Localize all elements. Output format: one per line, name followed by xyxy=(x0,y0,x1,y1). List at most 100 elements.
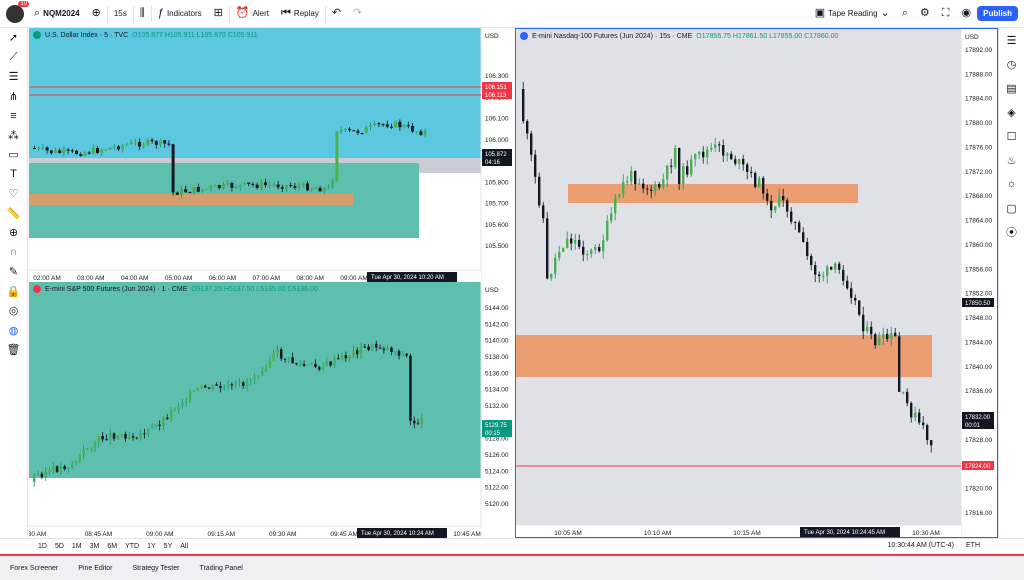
candle-body xyxy=(302,363,306,366)
flame-icon[interactable]: ♨ xyxy=(999,148,1024,172)
candle-body xyxy=(906,391,909,404)
session-toggle[interactable]: ETH xyxy=(966,542,980,549)
compare-button[interactable]: ⊕ xyxy=(86,0,107,28)
range-5d[interactable]: 5D xyxy=(51,543,68,550)
candle-body xyxy=(381,124,385,126)
redo-button[interactable]: ↷ xyxy=(347,0,368,28)
candle-body xyxy=(242,382,245,386)
range-all[interactable]: All xyxy=(176,543,192,550)
candle-body xyxy=(413,420,416,424)
candle-body xyxy=(694,154,697,160)
candle-body xyxy=(870,326,873,335)
tab-pine-editor[interactable]: Pine Editor xyxy=(68,565,122,572)
magnet-icon[interactable]: ∩ xyxy=(0,243,27,263)
range-1y[interactable]: 1Y xyxy=(143,543,160,550)
candle-body xyxy=(108,147,112,150)
replay-button[interactable]: ⏮ Replay xyxy=(275,0,325,28)
avatar[interactable]: 10 xyxy=(6,0,29,23)
layout-button[interactable]: ▣ Tape Reading ⌄ xyxy=(809,0,896,28)
candle-body xyxy=(590,249,593,255)
pitchfork-icon[interactable]: ⋔ xyxy=(0,87,27,107)
cursor-icon[interactable]: ➚ xyxy=(0,28,27,48)
ideas-icon[interactable]: ☐ xyxy=(999,124,1024,148)
publish-button[interactable]: Publish xyxy=(977,6,1018,21)
settings-button[interactable]: ⚙ xyxy=(914,0,936,28)
candle-body xyxy=(37,147,41,149)
candle-body xyxy=(630,171,633,182)
heart-icon[interactable]: ♡ xyxy=(0,184,27,204)
snapshot-button[interactable]: ◉ xyxy=(956,0,978,28)
candle-body xyxy=(230,384,234,386)
candle-body xyxy=(838,263,841,270)
zone-rect xyxy=(568,184,858,203)
price-tick: 106.000 xyxy=(485,137,509,144)
range-1d[interactable]: 1D xyxy=(34,543,51,550)
rectangle-icon[interactable]: ▭ xyxy=(0,145,27,165)
candle-body xyxy=(133,142,137,144)
candle-body xyxy=(534,154,537,177)
candle-body xyxy=(750,171,753,173)
zoom-in-icon[interactable]: ⊕ xyxy=(0,223,27,243)
eye-icon[interactable]: ◎ xyxy=(0,301,27,321)
tab-strategy-tester[interactable]: Strategy Tester xyxy=(123,565,190,572)
fullscreen-button[interactable]: ⛶ xyxy=(936,0,956,28)
layers-icon[interactable]: ◈ xyxy=(999,100,1024,124)
chart-pane-dxy[interactable]: U.S. Dollar Index · 5 · TVC O105.877 H105… xyxy=(29,28,515,282)
interval-button[interactable]: 15s xyxy=(108,0,133,28)
quick-search-button[interactable]: ⌕ xyxy=(896,0,914,28)
candle-body xyxy=(359,346,363,355)
news-icon[interactable]: ▤ xyxy=(999,76,1024,100)
range-5y[interactable]: 5Y xyxy=(160,543,177,550)
candle-body xyxy=(188,390,192,402)
candle-body xyxy=(874,334,877,346)
bulb-icon[interactable]: ☼ xyxy=(999,172,1024,196)
range-1m[interactable]: 1M xyxy=(68,543,86,550)
candle-body xyxy=(367,346,370,351)
trend-line-icon[interactable]: ⟋ xyxy=(0,48,27,68)
text-icon[interactable]: T xyxy=(0,165,27,185)
candle-body xyxy=(409,355,412,421)
chart-pane-es[interactable]: E-mini S&P 500 Futures (Jun 2024) · 1 · … xyxy=(29,282,515,538)
indicators-button[interactable]: ƒ Indicators xyxy=(152,0,208,28)
candle-body xyxy=(818,274,821,277)
lock-icon[interactable]: 🔒 xyxy=(0,282,27,302)
signal-icon[interactable]: ⦿ xyxy=(999,220,1024,244)
price-tick: 17876.00 xyxy=(965,144,992,151)
candle-body xyxy=(135,437,139,439)
ruler-icon[interactable]: 📏 xyxy=(0,204,27,224)
time-tick: 10:30 AM xyxy=(912,530,939,537)
candle-body xyxy=(67,467,70,470)
chart-pane-nq[interactable]: E-mini Nasdaq-100 Futures (Jun 2024) · 1… xyxy=(515,28,998,538)
candle-body xyxy=(150,426,154,429)
range-3m[interactable]: 3M xyxy=(86,543,104,550)
price-tick: 17852.00 xyxy=(965,291,992,298)
candle-body xyxy=(602,240,605,252)
clock-icon[interactable]: ◷ xyxy=(999,52,1024,76)
fib-icon[interactable]: ≡ xyxy=(0,106,27,126)
range-ytd[interactable]: YTD xyxy=(121,543,143,550)
candle-body xyxy=(259,182,263,188)
top-toolbar: 10 ⌕ NQM2024 ⊕ 15s ⫼ ƒ Indicators ⊞ ⏰ Alert… xyxy=(0,0,1024,28)
candle-body xyxy=(385,124,389,127)
tab-trading-panel[interactable]: Trading Panel xyxy=(189,565,252,572)
candle-body xyxy=(147,428,150,435)
trash-icon[interactable]: 🗑 xyxy=(0,340,27,360)
candle-body xyxy=(698,151,701,155)
pattern-icon[interactable]: ⁂ xyxy=(0,126,27,146)
range-6m[interactable]: 6M xyxy=(103,543,121,550)
candle-body xyxy=(318,187,322,192)
symbol-search[interactable]: ⌕ NQM2024 xyxy=(28,0,86,28)
tab-forex-screener[interactable]: Forex Screener xyxy=(0,565,68,572)
sync-icon[interactable]: ◍ xyxy=(0,321,27,341)
candle-body xyxy=(766,193,769,201)
undo-button[interactable]: ↶ xyxy=(326,0,347,28)
chart-type-button[interactable]: ⫼ xyxy=(134,0,151,28)
horizontal-lines-icon[interactable]: ☰ xyxy=(0,67,27,87)
candle-body xyxy=(116,435,120,439)
chat-icon[interactable]: ▢ xyxy=(999,196,1024,220)
lock-drawing-icon[interactable]: ✎ xyxy=(0,262,27,282)
candle-body xyxy=(71,463,74,468)
alert-button[interactable]: ⏰ Alert xyxy=(230,0,275,28)
watchlist-icon[interactable]: ☰ xyxy=(999,28,1024,52)
templates-button[interactable]: ⊞ xyxy=(208,0,229,28)
